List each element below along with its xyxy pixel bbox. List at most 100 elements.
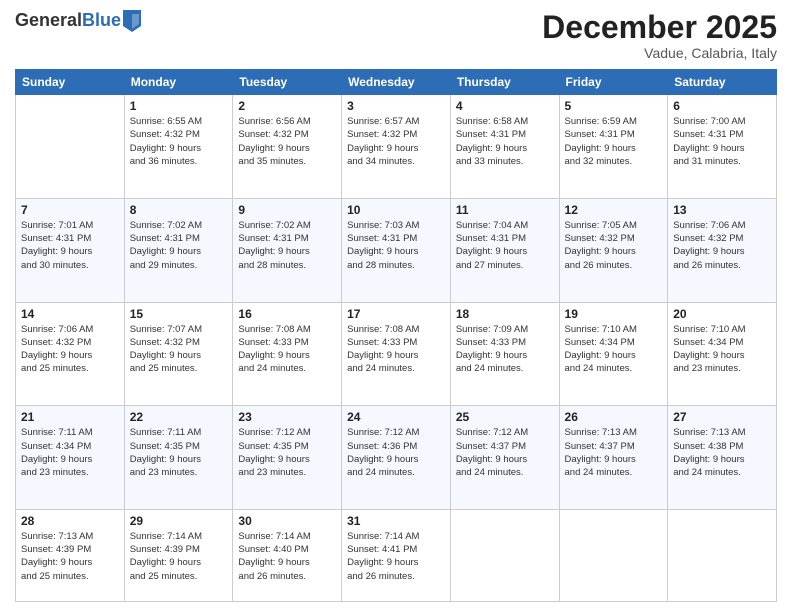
day-info: Sunrise: 6:59 AM Sunset: 4:31 PM Dayligh… — [565, 115, 663, 168]
day-info: Sunrise: 7:06 AM Sunset: 4:32 PM Dayligh… — [673, 219, 771, 272]
day-number: 27 — [673, 410, 771, 424]
day-number: 9 — [238, 203, 336, 217]
calendar-cell: 28Sunrise: 7:13 AM Sunset: 4:39 PM Dayli… — [16, 509, 125, 601]
calendar-cell: 29 Sunrise: 7:14 AM Sunset: 4:39 PM Dayli… — [124, 509, 233, 601]
calendar-cell: 30 Sunrise: 7:14 AM Sunset: 4:40 PM Dayli… — [233, 509, 342, 601]
day-number: 12 — [565, 203, 663, 217]
day-number: 26 — [565, 410, 663, 424]
day-number: 31 — [347, 514, 445, 528]
day-number: 7 — [21, 203, 119, 217]
day-info: Sunrise: 7:10 AM Sunset: 4:34 PM Dayligh… — [565, 323, 663, 376]
day-info: Sunrise: 7:11 AM Sunset: 4:34 PM Dayligh… — [21, 426, 119, 479]
day-info: Sunrise: 7:12 AM Sunset: 4:36 PM Dayligh… — [347, 426, 445, 479]
day-number: 29 — [130, 514, 228, 528]
day-info: Sunrise: 6:56 AM Sunset: 4:32 PM Dayligh… — [238, 115, 336, 168]
day-number: 17 — [347, 307, 445, 321]
calendar-cell: 18 Sunrise: 7:09 AM Sunset: 4:33 PM Dayli… — [450, 302, 559, 406]
calendar-cell: 15Sunrise: 7:07 AM Sunset: 4:32 PM Dayli… — [124, 302, 233, 406]
calendar-cell: 3 Sunrise: 6:57 AM Sunset: 4:32 PM Daylig… — [342, 95, 451, 199]
calendar-cell: 4 Sunrise: 6:58 AM Sunset: 4:31 PM Daylig… — [450, 95, 559, 199]
day-number: 14 — [21, 307, 119, 321]
logo-general-text: General — [15, 10, 82, 30]
calendar-week-row: 21Sunrise: 7:11 AM Sunset: 4:34 PM Dayli… — [16, 406, 777, 510]
day-info: Sunrise: 7:08 AM Sunset: 4:33 PM Dayligh… — [238, 323, 336, 376]
day-info: Sunrise: 6:57 AM Sunset: 4:32 PM Dayligh… — [347, 115, 445, 168]
day-info: Sunrise: 7:03 AM Sunset: 4:31 PM Dayligh… — [347, 219, 445, 272]
logo-text: GeneralBlue — [15, 10, 141, 32]
calendar-week-row: 14Sunrise: 7:06 AM Sunset: 4:32 PM Dayli… — [16, 302, 777, 406]
day-of-week-header: Thursday — [450, 70, 559, 95]
day-number: 25 — [456, 410, 554, 424]
calendar-cell: 7Sunrise: 7:01 AM Sunset: 4:31 PM Daylig… — [16, 198, 125, 302]
day-number: 4 — [456, 99, 554, 113]
calendar-cell: 19 Sunrise: 7:10 AM Sunset: 4:34 PM Dayli… — [559, 302, 668, 406]
day-of-week-header: Saturday — [668, 70, 777, 95]
title-block: December 2025 Vadue, Calabria, Italy — [542, 10, 777, 61]
day-of-week-header: Friday — [559, 70, 668, 95]
calendar-cell: 21Sunrise: 7:11 AM Sunset: 4:34 PM Dayli… — [16, 406, 125, 510]
day-of-week-header: Tuesday — [233, 70, 342, 95]
calendar-cell: 8 Sunrise: 7:02 AM Sunset: 4:31 PM Daylig… — [124, 198, 233, 302]
day-of-week-header: Wednesday — [342, 70, 451, 95]
day-info: Sunrise: 7:11 AM Sunset: 4:35 PM Dayligh… — [130, 426, 228, 479]
calendar-cell: 5 Sunrise: 6:59 AM Sunset: 4:31 PM Daylig… — [559, 95, 668, 199]
calendar-cell — [16, 95, 125, 199]
day-info: Sunrise: 7:02 AM Sunset: 4:31 PM Dayligh… — [130, 219, 228, 272]
calendar-cell: 12 Sunrise: 7:05 AM Sunset: 4:32 PM Dayli… — [559, 198, 668, 302]
header: GeneralBlue December 2025 Vadue, Calabri… — [15, 10, 777, 61]
day-info: Sunrise: 7:12 AM Sunset: 4:37 PM Dayligh… — [456, 426, 554, 479]
day-number: 18 — [456, 307, 554, 321]
calendar-cell: 14Sunrise: 7:06 AM Sunset: 4:32 PM Dayli… — [16, 302, 125, 406]
day-number: 20 — [673, 307, 771, 321]
calendar-cell: 23Sunrise: 7:12 AM Sunset: 4:35 PM Dayli… — [233, 406, 342, 510]
day-number: 11 — [456, 203, 554, 217]
day-number: 22 — [130, 410, 228, 424]
day-number: 8 — [130, 203, 228, 217]
day-info: Sunrise: 7:12 AM Sunset: 4:35 PM Dayligh… — [238, 426, 336, 479]
day-info: Sunrise: 7:14 AM Sunset: 4:41 PM Dayligh… — [347, 530, 445, 583]
day-number: 16 — [238, 307, 336, 321]
logo: GeneralBlue — [15, 10, 141, 32]
calendar-cell: 10 Sunrise: 7:03 AM Sunset: 4:31 PM Dayli… — [342, 198, 451, 302]
calendar-cell: 9 Sunrise: 7:02 AM Sunset: 4:31 PM Daylig… — [233, 198, 342, 302]
calendar-cell: 20 Sunrise: 7:10 AM Sunset: 4:34 PM Dayli… — [668, 302, 777, 406]
day-info: Sunrise: 7:05 AM Sunset: 4:32 PM Dayligh… — [565, 219, 663, 272]
day-info: Sunrise: 7:14 AM Sunset: 4:40 PM Dayligh… — [238, 530, 336, 583]
page: GeneralBlue December 2025 Vadue, Calabri… — [0, 0, 792, 612]
calendar-cell: 1 Sunrise: 6:55 AM Sunset: 4:32 PM Daylig… — [124, 95, 233, 199]
day-info: Sunrise: 6:58 AM Sunset: 4:31 PM Dayligh… — [456, 115, 554, 168]
calendar-week-row: 1 Sunrise: 6:55 AM Sunset: 4:32 PM Daylig… — [16, 95, 777, 199]
day-info: Sunrise: 7:09 AM Sunset: 4:33 PM Dayligh… — [456, 323, 554, 376]
calendar-cell: 22 Sunrise: 7:11 AM Sunset: 4:35 PM Dayli… — [124, 406, 233, 510]
day-number: 19 — [565, 307, 663, 321]
day-info: Sunrise: 6:55 AM Sunset: 4:32 PM Dayligh… — [130, 115, 228, 168]
day-number: 10 — [347, 203, 445, 217]
calendar-cell — [450, 509, 559, 601]
day-info: Sunrise: 7:13 AM Sunset: 4:38 PM Dayligh… — [673, 426, 771, 479]
calendar-cell: 25 Sunrise: 7:12 AM Sunset: 4:37 PM Dayli… — [450, 406, 559, 510]
calendar-cell: 26Sunrise: 7:13 AM Sunset: 4:37 PM Dayli… — [559, 406, 668, 510]
day-of-week-header: Monday — [124, 70, 233, 95]
day-number: 24 — [347, 410, 445, 424]
day-info: Sunrise: 7:14 AM Sunset: 4:39 PM Dayligh… — [130, 530, 228, 583]
calendar-cell: 13Sunrise: 7:06 AM Sunset: 4:32 PM Dayli… — [668, 198, 777, 302]
day-number: 3 — [347, 99, 445, 113]
calendar-cell — [559, 509, 668, 601]
day-number: 1 — [130, 99, 228, 113]
calendar-cell: 2Sunrise: 6:56 AM Sunset: 4:32 PM Daylig… — [233, 95, 342, 199]
calendar-cell — [668, 509, 777, 601]
day-info: Sunrise: 7:02 AM Sunset: 4:31 PM Dayligh… — [238, 219, 336, 272]
calendar-cell: 17Sunrise: 7:08 AM Sunset: 4:33 PM Dayli… — [342, 302, 451, 406]
day-number: 5 — [565, 99, 663, 113]
calendar-cell: 11 Sunrise: 7:04 AM Sunset: 4:31 PM Dayli… — [450, 198, 559, 302]
day-info: Sunrise: 7:10 AM Sunset: 4:34 PM Dayligh… — [673, 323, 771, 376]
calendar-week-row: 28Sunrise: 7:13 AM Sunset: 4:39 PM Dayli… — [16, 509, 777, 601]
day-info: Sunrise: 7:04 AM Sunset: 4:31 PM Dayligh… — [456, 219, 554, 272]
calendar-location: Vadue, Calabria, Italy — [542, 45, 777, 61]
calendar-cell: 16 Sunrise: 7:08 AM Sunset: 4:33 PM Dayli… — [233, 302, 342, 406]
calendar-cell: 24 Sunrise: 7:12 AM Sunset: 4:36 PM Dayli… — [342, 406, 451, 510]
day-number: 30 — [238, 514, 336, 528]
day-info: Sunrise: 7:13 AM Sunset: 4:39 PM Dayligh… — [21, 530, 119, 583]
calendar-cell: 27 Sunrise: 7:13 AM Sunset: 4:38 PM Dayli… — [668, 406, 777, 510]
day-number: 6 — [673, 99, 771, 113]
